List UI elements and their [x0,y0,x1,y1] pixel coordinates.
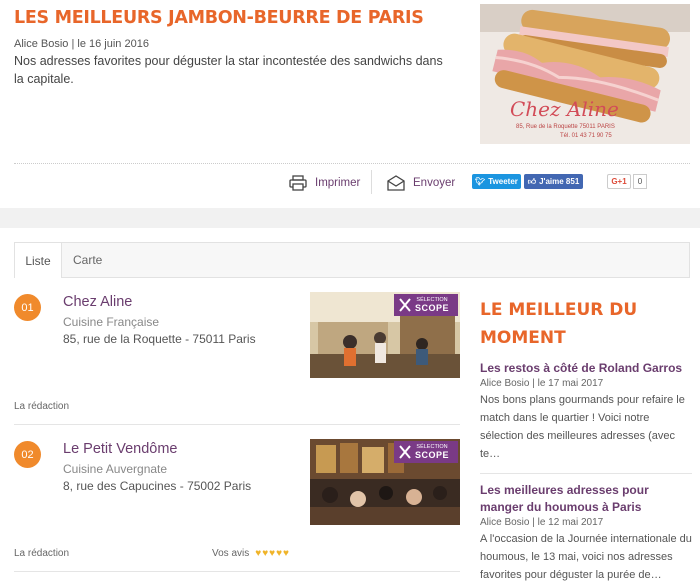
tweet-label: Tweeter [488,177,518,186]
badge-big-label: SCOPE [415,450,450,460]
send-button[interactable]: Envoyer [387,172,455,194]
cutlery-icon [399,445,411,459]
post-meta: Alice Bosio | le 12 mai 2017 [480,517,604,528]
hero-image-sandwich: Chez Aline 85, Rue de la Roquette 75011 … [480,4,690,144]
envelope-icon [387,175,405,191]
cutlery-icon [399,298,411,312]
print-button[interactable]: Imprimer [289,172,360,194]
list-item: 02 Le Petit Vendôme Cuisine Auvergnate 8… [14,439,460,581]
item-number: 02 [14,441,41,468]
divider [14,163,690,164]
post-meta: Alice Bosio | le 17 mai 2017 [480,378,604,389]
post-title-link[interactable]: Les meilleures adresses pour manger du h… [480,482,692,516]
tab-liste[interactable]: Liste [15,243,62,278]
like-label: J'aime 851 [539,177,580,186]
cuisine-type: Cuisine Française [63,315,160,329]
star-icon: ♥ [283,548,290,559]
selection-scope-badge: SÉLECTION SCOPE [394,294,458,316]
thumbs-up-icon: 👍︎ [527,176,537,186]
google-plus-button[interactable]: G+1 [607,174,631,189]
cuisine-type: Cuisine Auvergnate [63,462,168,476]
article-meta: Alice Bosio | le 16 juin 2016 [14,38,149,50]
rating-stars: ♥♥♥♥♥ [255,548,290,559]
print-label: Imprimer [315,177,361,189]
sidebar-heading: LE MEILLEUR DU MOMENT [480,296,692,352]
badge-big-label: SCOPE [415,303,450,313]
section-band [0,208,700,228]
byline: La rédaction [14,548,70,559]
list-item: 01 Chez Aline Cuisine Française 85, rue … [14,292,460,434]
item-divider [14,571,460,572]
tweet-button[interactable]: 🐦︎ Tweeter [472,174,521,189]
restaurant-name-link[interactable]: Le Petit Vendôme [63,441,177,457]
hero-address: 85, Rue de la Roquette 75011 PARIS [516,124,615,130]
sidebar-best-of-moment: LE MEILLEUR DU MOMENT Les restos à côté … [480,296,692,584]
item-number: 01 [14,294,41,321]
restaurant-photo[interactable]: SÉLECTION SCOPE [310,292,460,378]
sidebar-heading-line1: LE MEILLEUR DU [480,300,638,320]
send-label: Envoyer [413,177,456,189]
post-description: Nos bons plans gourmands pour refaire le… [480,394,685,460]
twitter-bird-icon: 🐦︎ [475,177,486,186]
article-description: Nos adresses favorites pour déguster la … [14,54,443,86]
post-divider [480,473,692,474]
hero-phone: Tél. 01 43 71 90 75 [560,133,612,139]
separator [371,170,372,194]
facebook-like-button[interactable]: 👍︎ J'aime 851 [524,174,583,189]
star-icon: ♥ [276,548,283,559]
restaurant-photo[interactable]: SÉLECTION SCOPE [310,439,460,525]
reviews-label: Vos avis [212,548,250,559]
sidebar-post: Les meilleures adresses pour manger du h… [480,482,692,584]
user-reviews[interactable]: Vos avis ♥♥♥♥♥ [212,548,290,559]
article-header: LES MEILLEURS JAMBON-BEURRE DE PARIS Ali… [0,0,700,208]
byline: La rédaction [14,401,70,412]
sidebar-heading-line2: MOMENT [480,328,566,348]
tab-carte[interactable]: Carte [73,243,102,277]
address: 85, rue de la Roquette - 75011 Paris [63,332,256,346]
post-title-link[interactable]: Les restos à côté de Roland Garros [480,360,692,377]
selection-scope-badge: SÉLECTION SCOPE [394,441,458,463]
google-plus-count: 0 [633,174,647,189]
restaurant-name-link[interactable]: Chez Aline [63,294,132,310]
hero-lettering: Chez Aline [510,97,619,121]
article-title: LES MEILLEURS JAMBON-BEURRE DE PARIS [14,8,424,28]
view-tabs: Liste Carte [14,242,690,278]
gplus-label: G+1 [611,177,627,186]
address: 8, rue des Capucines - 75002 Paris [63,479,252,493]
sidebar-post: Les restos à côté de Roland Garros Alice… [480,360,692,463]
item-divider [14,424,460,425]
print-icon [289,175,307,191]
